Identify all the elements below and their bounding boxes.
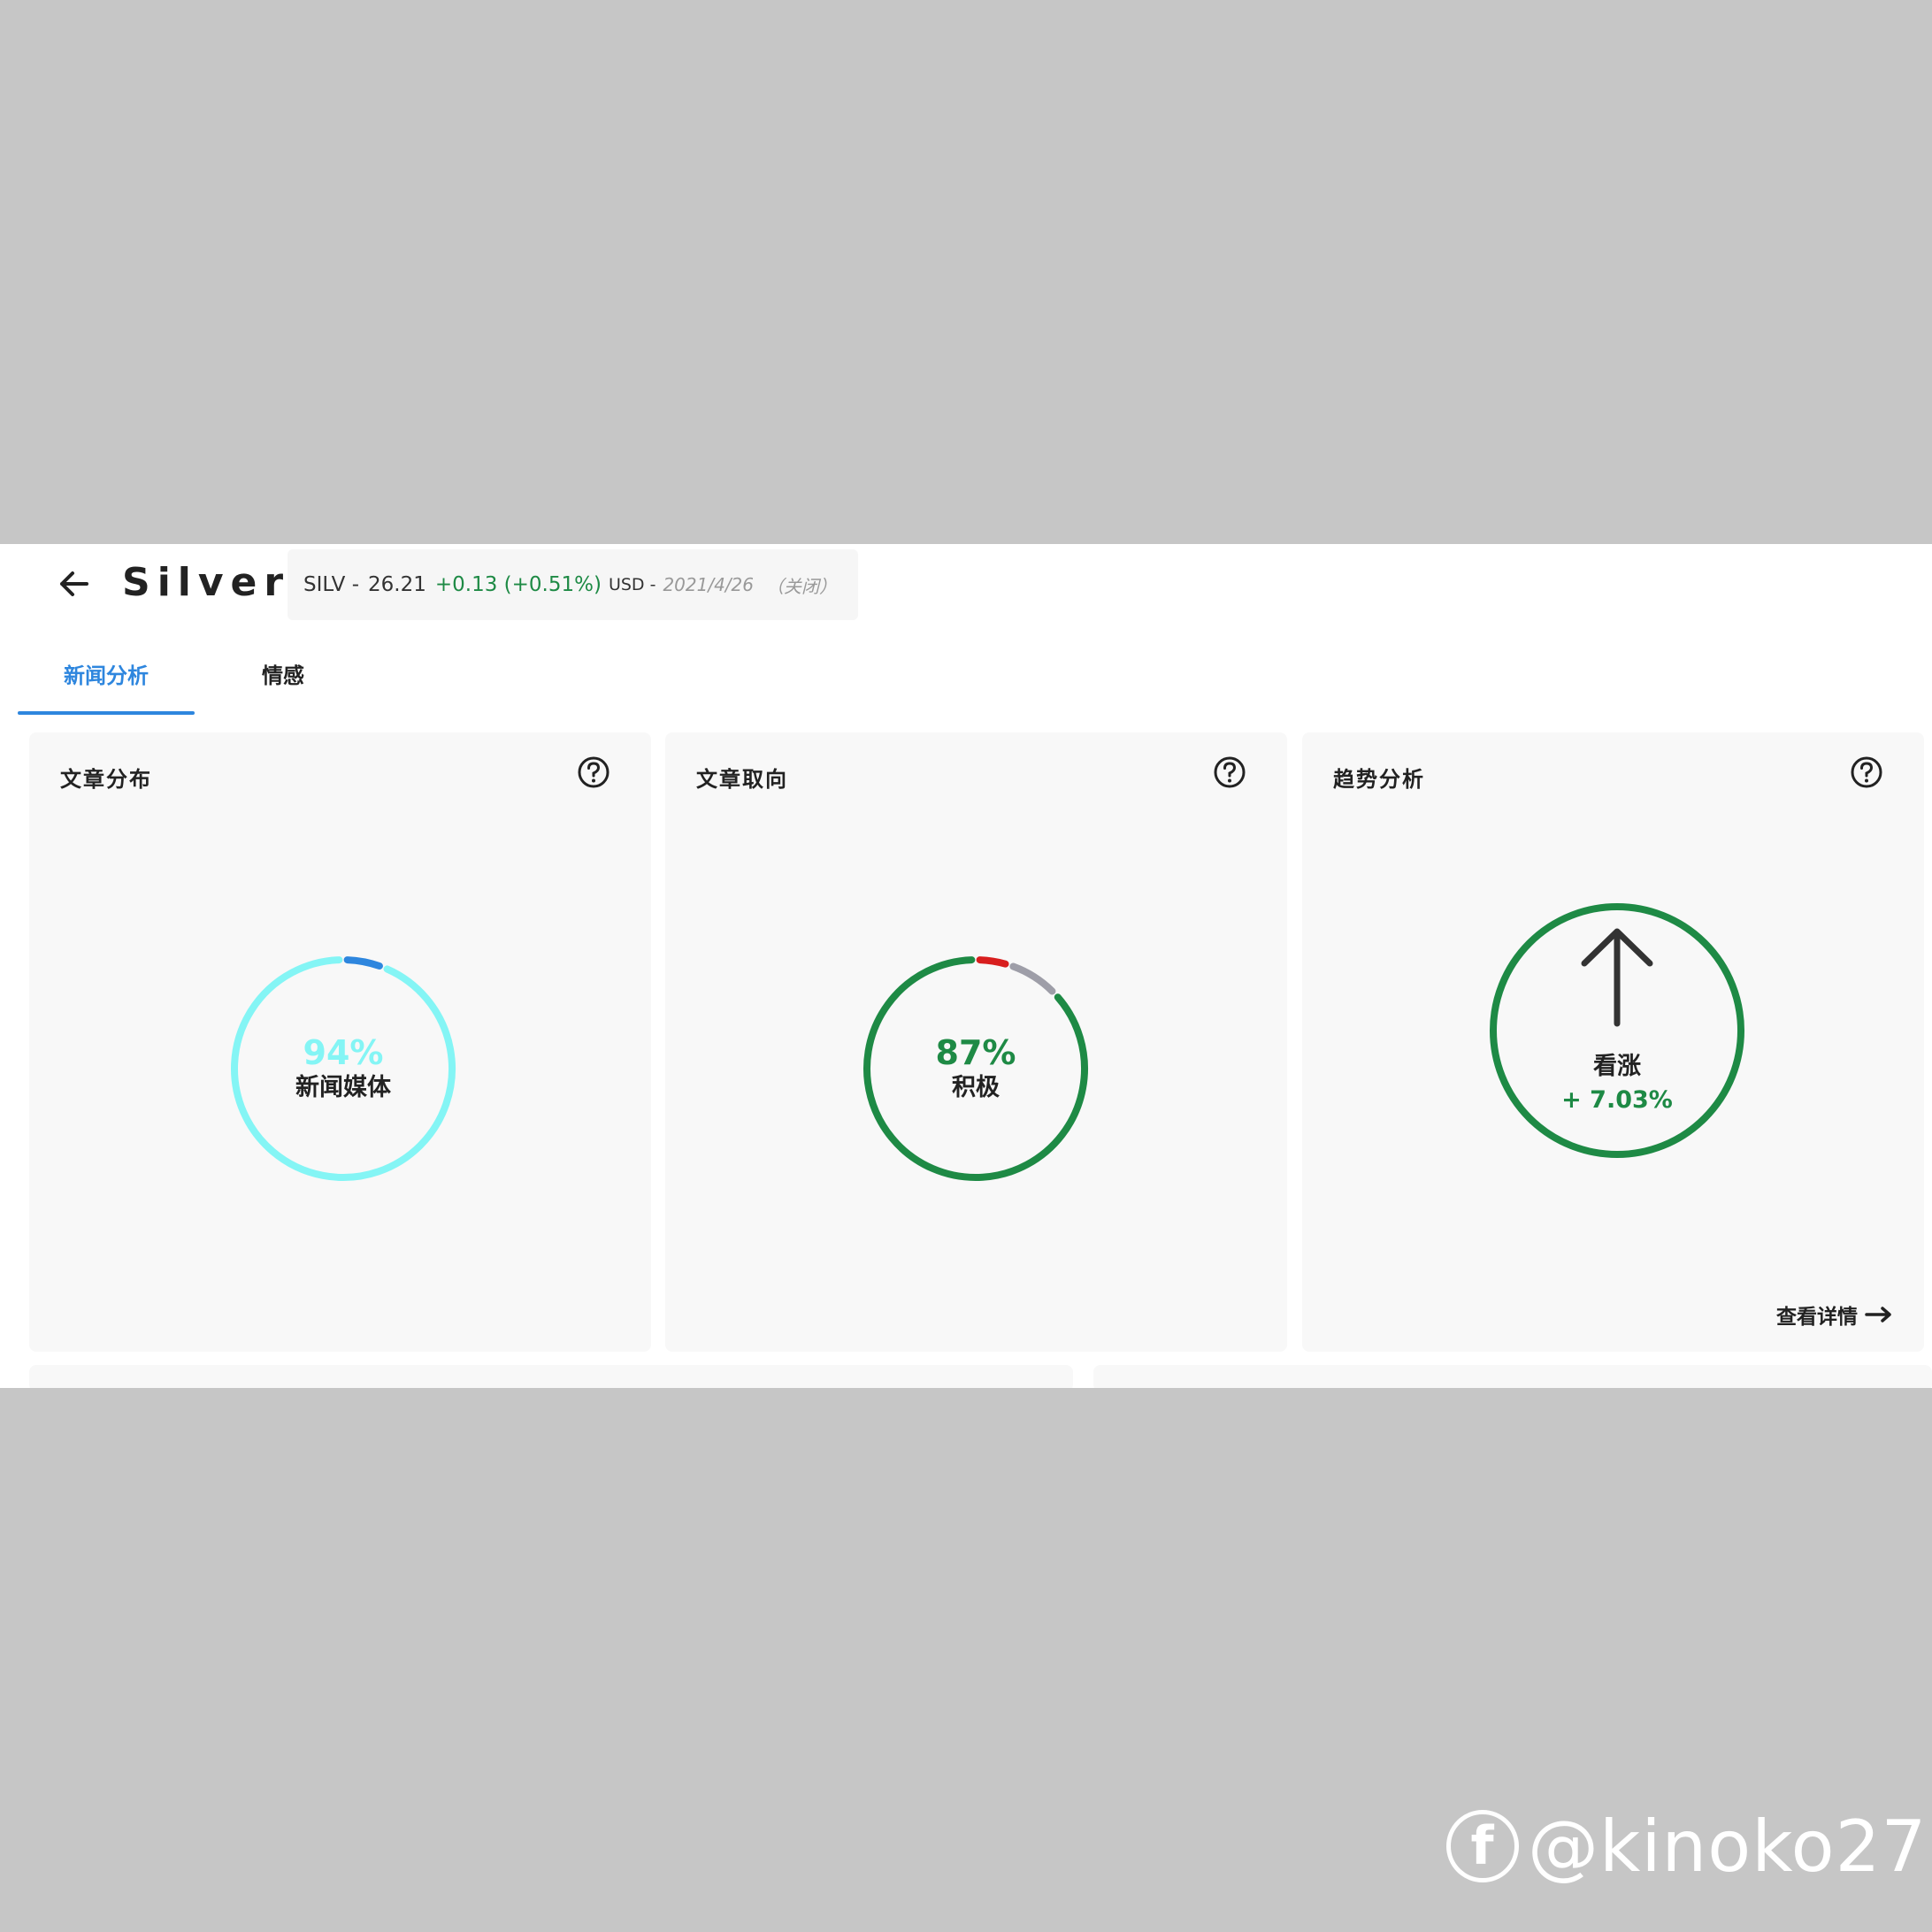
page-title: Silver <box>122 560 291 605</box>
orientation-percent: 87% <box>935 1033 1016 1072</box>
next-card-top <box>29 1365 1073 1388</box>
quote-price: 26.21 <box>368 573 426 596</box>
watermark-text: @kinoko277 <box>1528 1805 1932 1888</box>
card-title: 文章取向 <box>696 767 788 792</box>
active-tab-indicator <box>18 711 195 715</box>
quote-date: 2021/4/26 <box>663 574 755 595</box>
watermark: f @kinoko277 <box>1446 1805 1932 1888</box>
quote-bar: SILV - 26.21 +0.13 (+0.51%) USD - 2021/4… <box>288 549 859 620</box>
quote-currency: USD - <box>608 575 656 594</box>
next-card-top <box>1093 1365 1932 1388</box>
distribution-label: 新闻媒体 <box>295 1074 391 1101</box>
back-button[interactable] <box>51 562 96 606</box>
tab-news-analysis[interactable]: 新闻分析 <box>18 637 195 709</box>
arrow-left-icon <box>60 571 88 596</box>
quote-symbol: SILV - <box>303 573 360 596</box>
arrow-right-icon <box>1865 1307 1891 1322</box>
trend-ring: 看涨 + 7.03% <box>1484 898 1750 1163</box>
tab-bar: 新闻分析 情感 <box>0 637 1932 712</box>
distribution-ring: 94% 新闻媒体 <box>228 954 458 1184</box>
trend-value: + 7.03% <box>1561 1086 1673 1114</box>
header: Silver SILV - 26.21 +0.13 (+0.51%) USD -… <box>0 544 1932 624</box>
arrow-up-icon <box>1581 928 1653 1027</box>
help-icon[interactable] <box>576 755 611 790</box>
view-details-label: 查看详情 <box>1776 1306 1858 1329</box>
view-details-link[interactable]: 查看详情 <box>1776 1300 1893 1330</box>
card-article-orientation: 文章取向 87% 积极 <box>665 732 1287 1352</box>
tab-sentiment[interactable]: 情感 <box>221 637 345 709</box>
quote-status: （关闭） <box>766 575 838 597</box>
help-icon[interactable] <box>1849 755 1884 790</box>
orientation-label: 积极 <box>952 1074 1000 1101</box>
watermark-logo: f <box>1446 1810 1519 1882</box>
quote-change: +0.13 (+0.51%) <box>434 573 602 596</box>
orientation-ring: 87% 积极 <box>861 954 1091 1184</box>
main-panel: Silver SILV - 26.21 +0.13 (+0.51%) USD -… <box>0 544 1932 1388</box>
distribution-percent: 94% <box>303 1033 384 1072</box>
card-title: 趋势分析 <box>1333 767 1425 792</box>
card-article-distribution: 文章分布 94% 新闻媒体 <box>29 732 651 1352</box>
trend-label: 看涨 <box>1593 1053 1641 1080</box>
card-title: 文章分布 <box>60 767 152 792</box>
help-icon[interactable] <box>1212 755 1247 790</box>
card-trend-analysis: 趋势分析 看涨 + 7.03% 查看详情 <box>1302 732 1924 1352</box>
